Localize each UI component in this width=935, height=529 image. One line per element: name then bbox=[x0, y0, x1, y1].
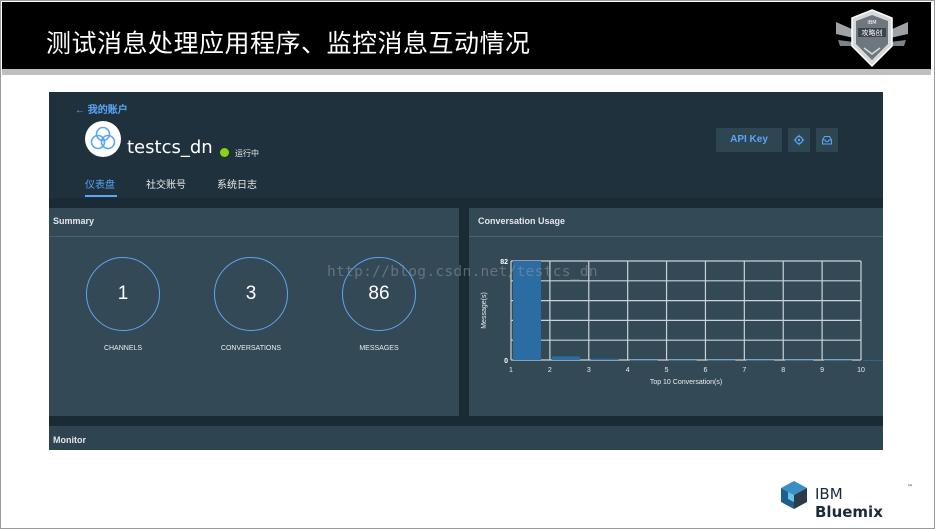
chart-bar bbox=[668, 360, 697, 361]
trademark-symbol: ™ bbox=[907, 484, 913, 491]
monitor-title: Monitor bbox=[53, 435, 86, 445]
inbox-button[interactable] bbox=[816, 128, 838, 152]
chart-bar bbox=[824, 360, 853, 361]
ibm-badge-icon: IBM 攻略创 bbox=[836, 9, 908, 68]
settings-button[interactable] bbox=[788, 128, 810, 152]
ibm-bluemix-logo: IBM Bluemix ™ bbox=[778, 480, 913, 521]
summary-panel: Summary 1 CHANNELS 3 CONVERSATIONS 86 ME… bbox=[49, 208, 459, 416]
status-text: 运行中 bbox=[235, 149, 259, 158]
x-tick-label: 9 bbox=[820, 367, 824, 374]
x-tick-label: 8 bbox=[781, 367, 785, 374]
messages-label: MESSAGES bbox=[359, 345, 399, 352]
x-tick-label: 3 bbox=[587, 367, 591, 374]
x-tick-label: 7 bbox=[742, 367, 746, 374]
tab-dashboard[interactable]: 仪表盘 bbox=[85, 176, 115, 191]
svg-text:IBM: IBM bbox=[867, 20, 876, 26]
summary-title: Summary bbox=[53, 216, 95, 226]
api-key-button[interactable]: API Key bbox=[716, 128, 782, 152]
x-tick-label: 2 bbox=[548, 367, 552, 374]
chart-bar bbox=[551, 356, 580, 360]
channels-label: CHANNELS bbox=[103, 345, 143, 352]
conversation-usage-panel: Conversation Usage 82 0 1 2 3 4 5 6 7 8 9 10 Top 10 … bbox=[469, 208, 883, 416]
back-to-account-link[interactable]: ← 我的账户 bbox=[75, 101, 128, 116]
chart-bar bbox=[590, 358, 619, 360]
y-axis-label: Message(s) bbox=[481, 292, 488, 329]
chart-bar bbox=[785, 360, 814, 361]
tab-system-log[interactable]: 系统日志 bbox=[217, 176, 257, 191]
x-axis-label: Top 10 Conversation(s) bbox=[650, 379, 722, 386]
chart-bar bbox=[746, 360, 775, 361]
app-header: ← 我的账户 testcs_dn 运行中 API Key 仪表盘 社交账号 系统… bbox=[49, 92, 883, 198]
inbox-icon bbox=[821, 135, 833, 145]
slide-title: 测试消息处理应用程序、监控消息互动情况 bbox=[46, 29, 531, 58]
title-underline bbox=[2, 69, 931, 75]
active-tab-indicator bbox=[85, 195, 117, 197]
chart-bar bbox=[707, 360, 736, 361]
channels-count: 1 bbox=[86, 257, 160, 331]
x-tick-label: 4 bbox=[626, 367, 630, 374]
conversation-usage-chart: 8201 2 3 4 5 6 7 8 9 10Top 10 Conversation(s)Mess… bbox=[481, 259, 883, 386]
x-tick-label: 6 bbox=[703, 367, 707, 374]
logo-wordmark: IBM Bluemix bbox=[815, 485, 883, 521]
usage-title: Conversation Usage bbox=[478, 216, 566, 226]
x-tick-label: 10 bbox=[857, 367, 865, 374]
monitor-panel: Monitor bbox=[49, 426, 883, 450]
bluemix-cube-icon bbox=[781, 481, 807, 509]
app-avatar bbox=[85, 121, 121, 157]
summary-divider bbox=[49, 236, 459, 237]
blog-watermark: http://blog.csdn.net/testcs_dn bbox=[327, 264, 598, 280]
y-tick-label: 0 bbox=[504, 358, 508, 365]
svg-text:攻略创: 攻略创 bbox=[862, 28, 883, 37]
app-name: testcs_dn bbox=[127, 137, 213, 158]
conversations-label: CONVERSATIONS bbox=[220, 345, 282, 352]
x-tick-label: 1 bbox=[509, 367, 513, 374]
tab-social-accounts[interactable]: 社交账号 bbox=[146, 176, 186, 191]
slide-title-bar: 测试消息处理应用程序、监控消息互动情况 IBM 攻略创 bbox=[2, 2, 931, 69]
chart-bar bbox=[863, 360, 883, 361]
status-indicator bbox=[220, 148, 229, 157]
conversation-logo-icon bbox=[90, 126, 116, 150]
chart-bar bbox=[629, 360, 658, 361]
x-tick-label: 5 bbox=[665, 367, 669, 374]
conversations-count: 3 bbox=[214, 257, 288, 331]
settings-icon bbox=[793, 134, 805, 146]
